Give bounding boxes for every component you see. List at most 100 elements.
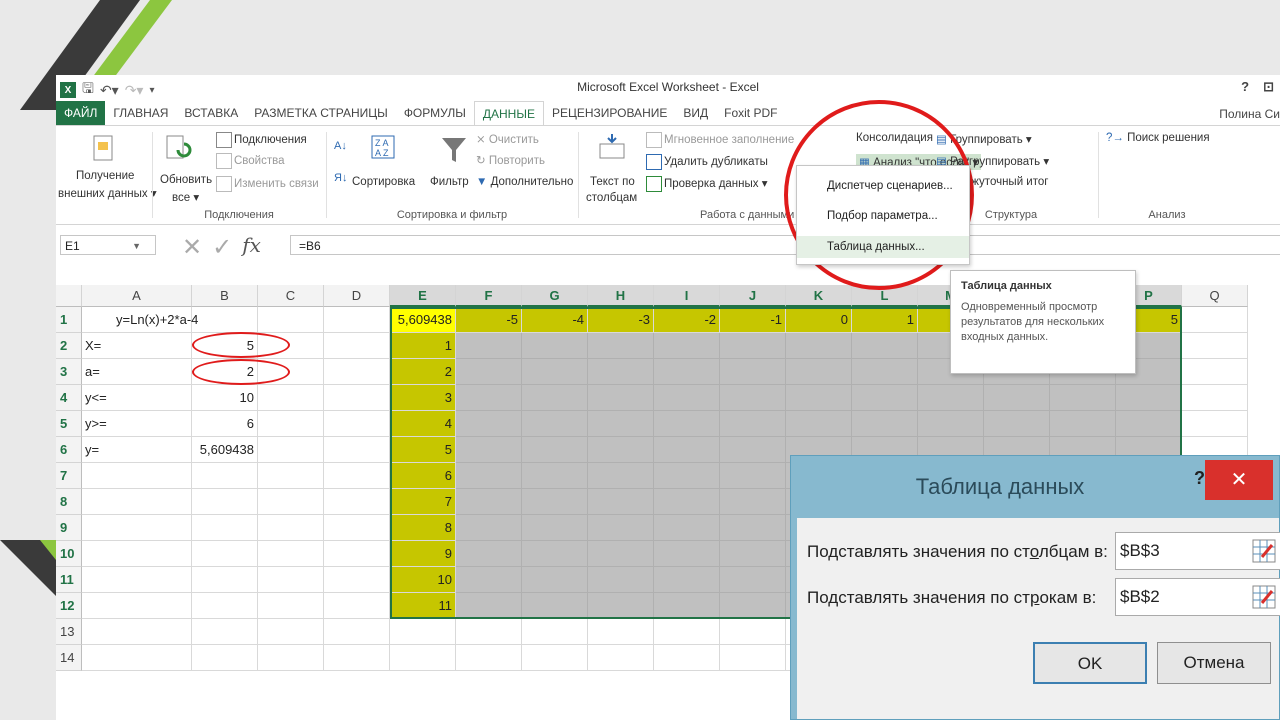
cell-a9[interactable] xyxy=(82,515,192,541)
cell-a14[interactable] xyxy=(82,645,192,671)
data-table-item[interactable]: Таблица данных... xyxy=(797,236,969,258)
cell-j5[interactable] xyxy=(720,411,786,437)
cell-k5[interactable] xyxy=(786,411,852,437)
row-header-7[interactable]: 7 xyxy=(56,463,82,489)
row-header-1[interactable]: 1 xyxy=(56,307,82,333)
cell-g5[interactable] xyxy=(522,411,588,437)
cell-g2[interactable] xyxy=(522,333,588,359)
text-to-columns-label-2[interactable]: столбцам xyxy=(586,192,637,204)
cell-c5[interactable] xyxy=(258,411,324,437)
cell-e14[interactable] xyxy=(390,645,456,671)
range-picker-icon[interactable] xyxy=(1252,585,1276,609)
select-all-corner[interactable] xyxy=(56,285,82,307)
cell-f13[interactable] xyxy=(456,619,522,645)
cell-e5[interactable]: 4 xyxy=(390,411,456,437)
cell-l4[interactable] xyxy=(852,385,918,411)
cell-f5[interactable] xyxy=(456,411,522,437)
tab-data[interactable]: ДАННЫЕ xyxy=(473,100,544,126)
cell-l2[interactable] xyxy=(852,333,918,359)
cell-e2[interactable]: 1 xyxy=(390,333,456,359)
cell-d7[interactable] xyxy=(324,463,390,489)
cell-f11[interactable] xyxy=(456,567,522,593)
cell-e7[interactable]: 6 xyxy=(390,463,456,489)
cell-h14[interactable] xyxy=(588,645,654,671)
remove-duplicates-button[interactable]: Удалить дубликаты xyxy=(646,154,768,170)
cell-m4[interactable] xyxy=(918,385,984,411)
cell-d9[interactable] xyxy=(324,515,390,541)
cell-i3[interactable] xyxy=(654,359,720,385)
cell-i10[interactable] xyxy=(654,541,720,567)
sort-az-icon[interactable]: А↓ xyxy=(334,140,347,152)
tab-page-layout[interactable]: РАЗМЕТКА СТРАНИЦЫ xyxy=(246,101,396,125)
column-header-a[interactable]: A xyxy=(82,285,192,307)
cell-h5[interactable] xyxy=(588,411,654,437)
clear-button[interactable]: ⨯ Очистить xyxy=(476,132,539,146)
refresh-all-label-1[interactable]: Обновить xyxy=(160,174,212,186)
insert-function-icon[interactable]: fx xyxy=(242,233,261,262)
cell-b5[interactable]: 6 xyxy=(192,411,258,437)
cell-j7[interactable] xyxy=(720,463,786,489)
row-header-3[interactable]: 3 xyxy=(56,359,82,385)
row-header-13[interactable]: 13 xyxy=(56,619,82,645)
column-header-d[interactable]: D xyxy=(324,285,390,307)
cell-j8[interactable] xyxy=(720,489,786,515)
cell-q5[interactable] xyxy=(1182,411,1248,437)
help-button[interactable]: ? xyxy=(1241,79,1249,95)
advanced-button[interactable]: ▼ Дополнительно xyxy=(476,176,573,188)
cell-i5[interactable] xyxy=(654,411,720,437)
cell-a12[interactable] xyxy=(82,593,192,619)
cell-n5[interactable] xyxy=(984,411,1050,437)
cell-h2[interactable] xyxy=(588,333,654,359)
cell-d10[interactable] xyxy=(324,541,390,567)
cell-g6[interactable] xyxy=(522,437,588,463)
cell-k1[interactable]: 0 xyxy=(786,307,852,333)
cell-e10[interactable]: 9 xyxy=(390,541,456,567)
cell-d12[interactable] xyxy=(324,593,390,619)
cell-d8[interactable] xyxy=(324,489,390,515)
edit-links-button[interactable]: Изменить связи xyxy=(216,176,319,192)
cell-g13[interactable] xyxy=(522,619,588,645)
column-input-field[interactable]: $B$3 xyxy=(1115,532,1280,570)
column-header-g[interactable]: G xyxy=(522,285,588,307)
cell-h4[interactable] xyxy=(588,385,654,411)
flash-fill-button[interactable]: Мгновенное заполнение xyxy=(646,132,794,148)
solver-button[interactable]: ?→ Поиск решения xyxy=(1106,132,1210,144)
cell-c10[interactable] xyxy=(258,541,324,567)
cell-j12[interactable] xyxy=(720,593,786,619)
cell-q4[interactable] xyxy=(1182,385,1248,411)
cell-k2[interactable] xyxy=(786,333,852,359)
column-header-i[interactable]: I xyxy=(654,285,720,307)
cell-e3[interactable]: 2 xyxy=(390,359,456,385)
cell-i1[interactable]: -2 xyxy=(654,307,720,333)
cell-a7[interactable] xyxy=(82,463,192,489)
cell-c13[interactable] xyxy=(258,619,324,645)
cell-i7[interactable] xyxy=(654,463,720,489)
cell-f6[interactable] xyxy=(456,437,522,463)
cell-a3[interactable]: a= xyxy=(82,359,192,385)
cell-h8[interactable] xyxy=(588,489,654,515)
cell-e6[interactable]: 5 xyxy=(390,437,456,463)
cell-f12[interactable] xyxy=(456,593,522,619)
formula-input[interactable]: =B6 xyxy=(290,235,1280,255)
cell-h13[interactable] xyxy=(588,619,654,645)
row-header-11[interactable]: 11 xyxy=(56,567,82,593)
cell-g4[interactable] xyxy=(522,385,588,411)
cell-a8[interactable] xyxy=(82,489,192,515)
cell-b7[interactable] xyxy=(192,463,258,489)
cell-a1[interactable]: y=Ln(x)+2*a-4 xyxy=(82,307,198,333)
cell-i9[interactable] xyxy=(654,515,720,541)
tab-formulas[interactable]: ФОРМУЛЫ xyxy=(396,101,474,125)
column-header-e[interactable]: E xyxy=(390,285,456,307)
tab-home[interactable]: ГЛАВНАЯ xyxy=(105,101,176,125)
cell-e9[interactable]: 8 xyxy=(390,515,456,541)
get-data-label-1[interactable]: Получение xyxy=(76,170,134,182)
cell-m5[interactable] xyxy=(918,411,984,437)
ribbon-display-button[interactable]: ⊡ xyxy=(1263,79,1274,95)
cell-a5[interactable]: y>= xyxy=(82,411,192,437)
cell-d3[interactable] xyxy=(324,359,390,385)
cell-f2[interactable] xyxy=(456,333,522,359)
cell-f4[interactable] xyxy=(456,385,522,411)
cell-q3[interactable] xyxy=(1182,359,1248,385)
cell-c1[interactable] xyxy=(258,307,324,333)
dialog-help-button[interactable]: ? xyxy=(1194,468,1205,489)
